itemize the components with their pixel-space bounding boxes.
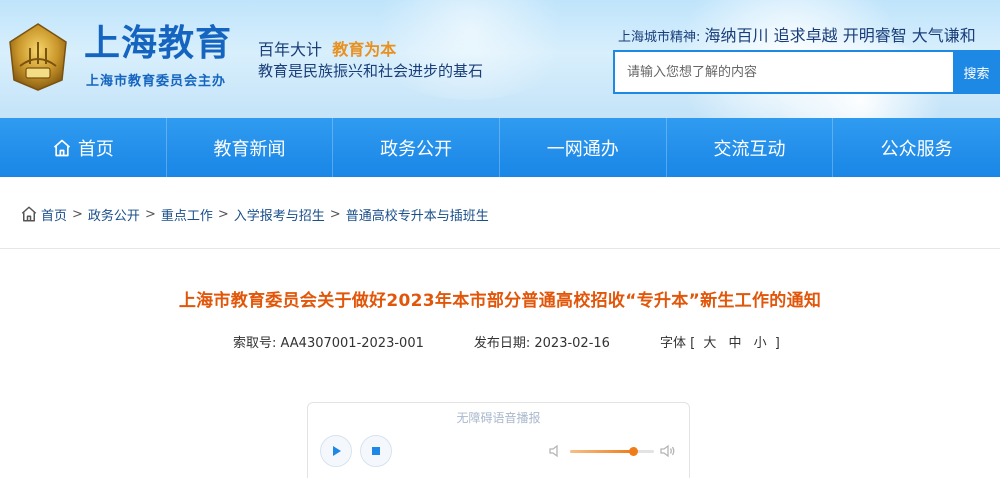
article-index-value: AA4307001-2023-001 (280, 336, 424, 351)
content-divider (0, 248, 1000, 249)
slogan-part-1: 百年大计 (258, 40, 323, 59)
breadcrumb-link-upgrade[interactable]: 普通高校专升本与插班生 (346, 205, 489, 224)
article-date-label: 发布日期: (473, 336, 531, 351)
article-date-value: 2023-02-16 (534, 336, 610, 351)
font-size-control: 字体 [ 大 中 小 ] (660, 332, 780, 351)
home-icon (53, 139, 70, 156)
city-spirit-label: 上海城市精神: (618, 30, 701, 45)
site-emblem-icon[interactable] (6, 22, 70, 92)
breadcrumb-link-government-affairs[interactable]: 政务公开 (88, 205, 140, 224)
volume-low-icon[interactable] (548, 443, 564, 459)
nav-item-one-stop-service[interactable]: 一网通办 (500, 118, 667, 177)
site-header: 上海教育 上海市教育委员会主办 百年大计 教育为本 教育是民族振兴和社会进步的基… (0, 0, 1000, 118)
font-size-bracket-close: ] (774, 336, 780, 351)
slogan-line-2: 教育是民族振兴和社会进步的基石 (258, 62, 484, 80)
volume-slider-handle[interactable] (629, 447, 638, 456)
font-size-large-button[interactable]: 大 (703, 336, 716, 351)
article-title: 上海市教育委员会关于做好2023年本市部分普通高校招收“专升本”新生工作的通知 (178, 291, 822, 311)
site-subtitle: 上海市教育委员会主办 (86, 74, 227, 89)
page-root: 上海教育 上海市教育委员会主办 百年大计 教育为本 教育是民族振兴和社会进步的基… (0, 0, 1000, 478)
home-icon (21, 206, 37, 222)
nav-item-interaction[interactable]: 交流互动 (667, 118, 834, 177)
article-meta: 索取号: AA4307001-2023-001 发布日期: 2023-02-16… (233, 332, 780, 351)
main-nav: 首页 教育新闻 政务公开 一网通办 交流互动 公众服务 (0, 118, 1000, 177)
accessibility-audio-player: 无障碍语音播报 (307, 402, 690, 478)
font-size-small-button[interactable]: 小 (754, 336, 767, 351)
article-index: 索取号: AA4307001-2023-001 (233, 332, 424, 351)
nav-item-public-service[interactable]: 公众服务 (833, 118, 1000, 177)
nav-item-label: 交流互动 (713, 138, 786, 160)
nav-item-label: 首页 (77, 138, 114, 160)
city-spirit-text: 海纳百川 追求卓越 开明睿智 大气谦和 (704, 26, 976, 45)
stop-button[interactable] (360, 435, 392, 467)
nav-item-label: 公众服务 (880, 138, 953, 160)
volume-high-icon[interactable] (660, 443, 676, 459)
play-button[interactable] (320, 435, 352, 467)
breadcrumb-separator: > (72, 206, 83, 222)
search-input[interactable] (615, 52, 953, 92)
font-size-medium-button[interactable]: 中 (728, 336, 741, 351)
nav-item-home[interactable]: 首页 (0, 118, 167, 177)
slogan-line-1: 百年大计 教育为本 (258, 36, 396, 60)
nav-item-education-news[interactable]: 教育新闻 (167, 118, 334, 177)
nav-item-label: 教育新闻 (213, 138, 286, 160)
breadcrumb-separator: > (329, 206, 341, 222)
city-spirit: 上海城市精神: 海纳百川 追求卓越 开明睿智 大气谦和 (618, 22, 976, 46)
site-title[interactable]: 上海教育 (84, 22, 232, 66)
search-button[interactable]: 搜索 (953, 52, 1000, 92)
font-size-bracket-open: [ (690, 336, 696, 351)
nav-item-label: 政务公开 (380, 138, 453, 160)
article-index-label: 索取号: (233, 336, 277, 351)
play-icon (333, 446, 341, 456)
breadcrumb: 首页 > 政务公开 > 重点工作 > 入学报考与招生 > 普通高校专升本与插班生 (20, 204, 489, 224)
volume-slider[interactable] (570, 447, 654, 456)
article-date: 发布日期: 2023-02-16 (474, 332, 610, 351)
slogan-part-2: 教育为本 (332, 40, 397, 59)
nav-item-label: 一网通办 (546, 138, 619, 160)
breadcrumb-link-key-work[interactable]: 重点工作 (161, 205, 213, 224)
font-size-label: 字体 (659, 336, 686, 351)
nav-item-government-affairs[interactable]: 政务公开 (333, 118, 500, 177)
audio-player-label: 无障碍语音播报 (456, 411, 541, 425)
breadcrumb-link-home[interactable]: 首页 (41, 205, 67, 224)
volume-slider-fill (570, 450, 633, 453)
breadcrumb-link-admission[interactable]: 入学报考与招生 (234, 205, 325, 224)
stop-icon (372, 447, 380, 455)
breadcrumb-separator: > (144, 206, 156, 222)
search-box: 搜索 (613, 50, 1000, 94)
breadcrumb-separator: > (217, 206, 229, 222)
